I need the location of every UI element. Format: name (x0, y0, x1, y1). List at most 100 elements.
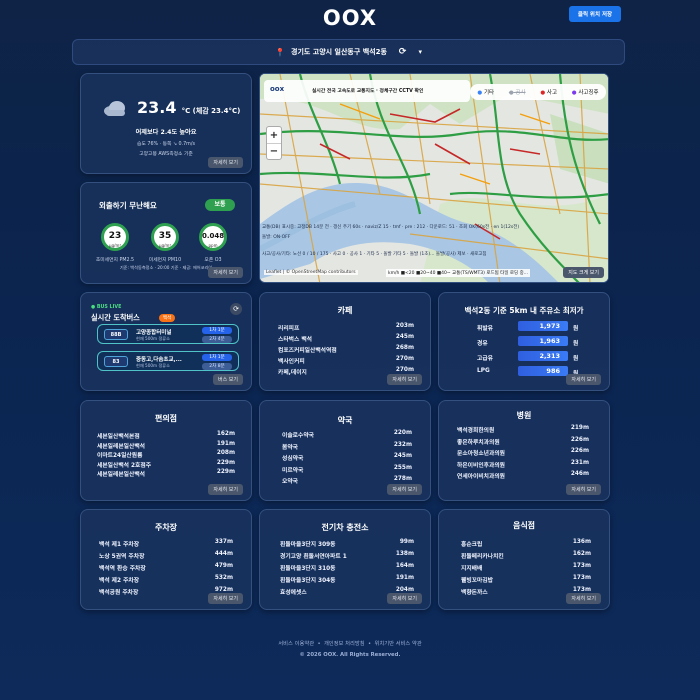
convenience-more-button[interactable]: 자세히 보기 (208, 484, 243, 495)
ev-more-button[interactable]: 자세히 보기 (387, 593, 422, 604)
refresh-icon[interactable]: ⟳ (399, 47, 407, 57)
terms-link[interactable]: 서비스 이용약관 (278, 641, 314, 647)
list-item-distance: 229m (216, 469, 235, 475)
list-item-name[interactable]: 오약국 (282, 476, 298, 485)
bus-eta-second: 2차 8분 (202, 363, 232, 370)
list-item-distance: 203m (395, 323, 414, 329)
parking-title: 주차장 (154, 523, 178, 532)
list-item-name[interactable]: 세븐일산백석 2호점주 (97, 460, 151, 469)
fuel-type-label: 경유 (477, 341, 488, 347)
list-item-name[interactable]: 백석역 환승 주차장 (99, 563, 146, 572)
list-item-name[interactable]: 컴포즈커피일산백석역점 (278, 345, 337, 354)
legend-etc[interactable]: ● 기타 (477, 88, 494, 96)
list-item-name[interactable]: 홍순크립 (461, 539, 482, 548)
bus-stop-name: 고양종합터미널 (136, 330, 172, 336)
list-item-name[interactable]: 이마트24일산원룸 (97, 450, 142, 459)
list-item-name[interactable]: 봄약국 (282, 442, 298, 451)
fuel-price-unit: 원 (573, 341, 579, 347)
list-item-name[interactable]: 성심약국 (282, 453, 303, 462)
list-item-name[interactable]: 하은이비인후과의원 (457, 460, 505, 469)
location-terms-link[interactable]: 위치기반 서비스 약관 (374, 641, 421, 647)
fuel-price: 2,313 (518, 351, 568, 361)
list-item-name[interactable]: 효성에셋스 (280, 587, 307, 596)
privacy-link[interactable]: 개인정보 처리방침 (324, 641, 365, 647)
map-incident-overlay: 사고/공사/기타: 노선 0 / 10 / 175 · 사고 0 · 공사 1 … (262, 252, 487, 257)
list-item-name[interactable]: 문소아청소년과의원 (457, 448, 505, 457)
cafe-more-button[interactable]: 자세히 보기 (387, 374, 422, 385)
list-item-distance: 444m (214, 551, 233, 557)
zoom-out-button[interactable]: − (267, 144, 281, 160)
list-item-name[interactable]: 백석 제1 주차장 (99, 539, 139, 548)
list-item-name[interactable]: 경기고양 흰돌서연아파트 1 (280, 551, 347, 560)
list-item-name[interactable]: 백사인커피 (278, 356, 305, 365)
weather-card: 23.4 °C (체감 23.4°C) 어제보다 2.4도 높아요 습도 76%… (80, 73, 252, 174)
copyright: © 2026 OOX. All Rights Reserved. (299, 652, 401, 658)
list-item-name[interactable]: 웰빙꼬마김밥 (461, 575, 493, 584)
list-item-distance: 479m (214, 563, 233, 569)
parking-more-button[interactable]: 자세히 보기 (208, 593, 243, 604)
restaurant-more-button[interactable]: 자세히 보기 (566, 593, 601, 604)
list-item-name[interactable]: 미르약국 (282, 465, 303, 474)
map-pin-icon: 📍 (275, 47, 285, 57)
legend-construction[interactable]: ● 공사 (509, 88, 526, 96)
legend-accident-sign[interactable]: ● 사고징후 (572, 88, 599, 96)
fuel-price: 1,973 (518, 321, 568, 331)
list-item-distance: 532m (214, 575, 233, 581)
list-item-name[interactable]: 흰돌마을3단지 309동 (280, 539, 335, 548)
list-item-name[interactable]: 백향돈까스 (461, 587, 488, 596)
bus-refresh-button[interactable]: ⟳ (230, 303, 242, 315)
map-expand-button[interactable]: 지도 크게 보기 (563, 267, 604, 278)
cafe-title: 카페 (337, 306, 353, 315)
cafe-card: 카페 리리피프 203m 스타벅스 백석 245m 컴포즈커피일산백석역점 268m 백사인… (259, 292, 431, 391)
list-item-distance: 268m (395, 345, 414, 351)
save-location-button[interactable]: 클릭 위치 저장 (569, 6, 621, 22)
list-item-name[interactable]: 리리피프 (278, 323, 299, 332)
list-item-name[interactable]: 노상 5권역 주차장 (99, 551, 144, 560)
list-item-distance: 191m (395, 575, 414, 581)
chevron-down-icon[interactable]: ▾ (418, 48, 422, 56)
list-item-name[interactable]: 지지배배 (461, 563, 482, 572)
location-bar[interactable]: 📍 경기도 고양시 일산동구 백석2동 ⟳ ▾ (72, 39, 625, 65)
air-title: 외출하기 무난해요 (99, 201, 157, 210)
map-attribution[interactable]: Leaflet | © OpenStreetMap contributors (264, 270, 358, 275)
list-item-distance: 226m (570, 448, 589, 454)
bus-item[interactable]: 83 중동고,다솜초교,... 현재 500m 정류소 1차 1분 2차 8분 (97, 351, 239, 371)
list-item-name[interactable]: 세븐일레븐일산백석 (97, 441, 145, 450)
legend-accident[interactable]: ● 사고 (540, 88, 557, 96)
footer-links: 서비스 이용약관 • 개인정보 처리방침 • 위치기반 서비스 약관 (278, 641, 422, 647)
list-item-name[interactable]: 이솔로수약국 (282, 430, 314, 439)
list-item-name[interactable]: 스타벅스 백석 (278, 334, 312, 343)
ev-title: 전기차 충전소 (321, 523, 369, 532)
fuel-price-unit: 원 (573, 356, 579, 362)
list-item-name[interactable]: 흰돌마을3단지 304동 (280, 575, 335, 584)
fuel-price: 1,963 (518, 336, 568, 346)
air-quality-card: 외출하기 무난해요 보통 23 μg/m³ 35 μg/m³ 0.048 ppm 초미… (80, 182, 252, 284)
list-item-name[interactable]: 카페,데이지 (278, 367, 307, 376)
bus-route-badge: 83 (104, 356, 128, 367)
list-item-name[interactable]: 백석 제2 주차장 (99, 575, 139, 584)
hospital-more-button[interactable]: 자세히 보기 (566, 484, 601, 495)
list-item-name[interactable]: 백석경희한의원 (457, 425, 494, 434)
air-status-badge: 보통 (205, 199, 235, 211)
traffic-map[interactable]: oox 실시간 전국 고속도로 교통지도 · 정체구간 CCTV 확인 ● 기타… (259, 73, 609, 283)
weather-more-button[interactable]: 자세히 보기 (208, 157, 243, 168)
map-incident-toggle[interactable]: 돌발: ON·OFF (262, 234, 290, 240)
pharmacy-more-button[interactable]: 자세히 보기 (387, 484, 422, 495)
list-item-distance: 337m (214, 539, 233, 545)
list-item-name[interactable]: 백석공원 주차장 (99, 587, 138, 596)
fuel-more-button[interactable]: 자세히 보기 (566, 374, 601, 385)
hospital-title: 병원 (516, 411, 532, 420)
list-item-name[interactable]: 세븐일레븐일산백석 (97, 469, 145, 478)
list-item-distance: 255m (393, 464, 412, 471)
bus-item[interactable]: 88B 고양종합터미널 현재 500m 정류소 1차 1분 2차 4분 (97, 324, 239, 344)
list-item-name[interactable]: 세븐일산백석본점 (97, 431, 140, 440)
list-item-name[interactable]: 흰돌페리카나치킨 (461, 551, 504, 560)
air-more-button[interactable]: 자세히 보기 (208, 267, 243, 278)
bus-more-button[interactable]: 버스 보기 (213, 374, 243, 385)
zoom-in-button[interactable]: + (267, 127, 281, 144)
list-item-name[interactable]: 좋은하루치과의원 (457, 437, 500, 446)
list-item-name[interactable]: 흰돌마을3단지 310동 (280, 563, 335, 572)
bus-eta-first: 1차 1분 (202, 354, 232, 361)
list-item-name[interactable]: 연세아이비치과의원 (457, 471, 505, 480)
fuel-card: 백석2동 기준 5km 내 주유소 최저가 휘발유 1,973 원 경유 1,963 원 고… (438, 292, 610, 391)
